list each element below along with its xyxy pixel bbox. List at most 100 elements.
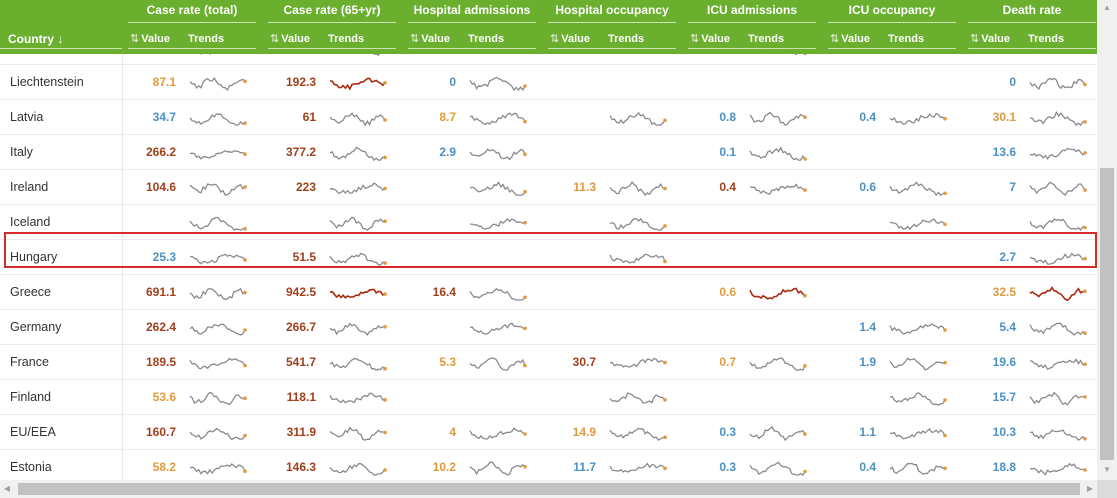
sparkline-end-dot bbox=[803, 188, 807, 192]
table-row[interactable]: Italy 266.2 377.2 2.9 0.1 13.6 bbox=[0, 135, 1097, 170]
trend-sparkline bbox=[609, 462, 667, 473]
table-row[interactable]: Greece 691.1 942.5 16.4 0.6 32.5 bbox=[0, 275, 1097, 310]
sparkline-end-dot bbox=[1083, 289, 1087, 294]
column-group-underline bbox=[828, 22, 956, 23]
sparkline-path bbox=[470, 217, 526, 230]
trend-sparkline bbox=[889, 112, 947, 125]
subheader-underline bbox=[408, 48, 536, 49]
vertical-scroll-thumb[interactable] bbox=[1100, 168, 1114, 460]
table-row[interactable]: Ireland 104.6 223 11.3 0.4 0.6 7 bbox=[0, 170, 1097, 205]
sparkline-end-dot bbox=[523, 326, 527, 331]
scroll-up-arrow-icon[interactable]: ▲ bbox=[1097, 0, 1117, 16]
value-header-label: Value bbox=[841, 33, 870, 45]
trend-sparkline bbox=[469, 322, 527, 335]
sparkline-path bbox=[469, 287, 526, 301]
sparkline-path bbox=[469, 112, 526, 126]
sparkline-path bbox=[469, 322, 526, 335]
trend-sparkline bbox=[189, 113, 247, 126]
header-divider bbox=[0, 48, 122, 49]
trends-header-label: Trends bbox=[188, 33, 225, 45]
value-cell: 10.3 bbox=[992, 425, 1016, 439]
column-group-underline bbox=[268, 22, 396, 23]
sparkline-path bbox=[1029, 286, 1086, 301]
trend-sparkline bbox=[329, 112, 387, 127]
table-row[interactable]: France 189.5 541.7 5.3 30.7 0.7 1.9 19.6 bbox=[0, 345, 1097, 380]
value-sort-header[interactable]: ⇅ Value bbox=[690, 29, 730, 49]
table-row[interactable]: Lithuania 4 bbox=[0, 54, 1097, 65]
sparkline-path bbox=[189, 216, 246, 231]
value-cell: 4 bbox=[546, 54, 596, 65]
sparkline-end-dot bbox=[523, 464, 527, 469]
value-sort-header[interactable]: ⇅ Value bbox=[830, 29, 870, 49]
country-column-divider bbox=[122, 345, 123, 380]
trends-header-label: Trends bbox=[608, 33, 645, 45]
sparkline-path bbox=[469, 357, 526, 371]
value-cell: 146.3 bbox=[285, 460, 316, 474]
sparkline-end-dot bbox=[383, 398, 387, 402]
table-row[interactable]: EU/EEA 160.7 311.9 4 14.9 0.3 1.1 10.3 bbox=[0, 415, 1097, 450]
sparkline-end-dot bbox=[663, 466, 667, 471]
country-column-divider bbox=[122, 380, 123, 415]
table-row[interactable]: Finland 53.6 118.1 15.7 bbox=[0, 380, 1097, 415]
sparkline-end-dot bbox=[243, 79, 247, 84]
vertical-scrollbar[interactable]: ▲ ▼ bbox=[1097, 0, 1117, 480]
table-row[interactable]: Latvia 34.7 61 8.7 0.8 0.4 30.1 bbox=[0, 100, 1097, 135]
trends-header-label: Trends bbox=[748, 33, 785, 45]
value-sort-header[interactable]: ⇅ Value bbox=[970, 29, 1010, 49]
trend-sparkline bbox=[609, 427, 667, 441]
trend-sparkline bbox=[469, 148, 527, 161]
country-name: Lithuania bbox=[10, 54, 61, 65]
trend-sparkline bbox=[889, 392, 947, 406]
trend-sparkline bbox=[469, 181, 527, 196]
scroll-left-arrow-icon[interactable]: ◀ bbox=[0, 481, 14, 497]
table-row[interactable]: Liechtenstein 87.1 192.3 0 0 bbox=[0, 65, 1097, 100]
horizontal-scrollbar[interactable]: ◀ ▶ bbox=[0, 480, 1097, 498]
country-name: EU/EEA bbox=[10, 425, 56, 439]
sparkline-end-dot bbox=[383, 118, 387, 122]
sparkline-path bbox=[469, 76, 526, 92]
value-sort-header[interactable]: ⇅ Value bbox=[550, 29, 590, 49]
trend-sparkline bbox=[372, 54, 381, 56]
value-cell: 15.7 bbox=[992, 390, 1016, 404]
sparkline-path bbox=[189, 427, 246, 441]
sparkline-end-dot bbox=[1083, 468, 1087, 472]
value-cell: 377.2 bbox=[285, 145, 316, 159]
horizontal-scroll-thumb[interactable] bbox=[18, 483, 1080, 495]
value-cell: 18.8 bbox=[992, 460, 1016, 474]
sparkline-end-dot bbox=[803, 432, 807, 436]
trend-sparkline bbox=[1029, 322, 1087, 336]
value-cell: 0.3 bbox=[719, 460, 736, 474]
sparkline-path bbox=[329, 358, 386, 371]
trend-sparkline bbox=[749, 461, 807, 477]
table-row[interactable]: Germany 262.4 266.7 1.4 5.4 bbox=[0, 310, 1097, 345]
country-column-divider bbox=[122, 310, 123, 345]
sparkline-path bbox=[329, 216, 386, 231]
table-row[interactable]: Estonia 58.2 146.3 10.2 11.7 0.3 0.4 18.8 bbox=[0, 450, 1097, 480]
sparkline-path bbox=[889, 392, 946, 406]
value-header-label: Value bbox=[981, 33, 1010, 45]
country-name: France bbox=[10, 355, 49, 369]
value-cell: 0.4 bbox=[859, 460, 876, 474]
trend-sparkline bbox=[1029, 429, 1087, 441]
sparkline-path bbox=[749, 111, 806, 126]
scroll-down-arrow-icon[interactable]: ▼ bbox=[1097, 462, 1117, 478]
value-cell: 266.7 bbox=[285, 320, 316, 334]
sparkline-end-dot bbox=[663, 224, 667, 228]
sparkline-end-dot bbox=[243, 152, 247, 156]
sparkline-end-dot bbox=[523, 152, 527, 157]
value-sort-header[interactable]: ⇅ Value bbox=[270, 29, 310, 49]
sparkline-end-dot bbox=[243, 185, 247, 189]
sparkline-end-dot bbox=[663, 435, 667, 439]
country-name: Estonia bbox=[10, 460, 52, 474]
value-cell: 58.2 bbox=[152, 460, 176, 474]
value-sort-header[interactable]: ⇅ Value bbox=[410, 29, 450, 49]
sparkline-path bbox=[1029, 77, 1086, 91]
country-column-header[interactable]: Country ↓ bbox=[8, 29, 63, 49]
sparkline-path bbox=[189, 391, 246, 406]
value-sort-header[interactable]: ⇅ Value bbox=[130, 29, 170, 49]
sparkline-end-dot bbox=[383, 81, 387, 85]
scroll-right-arrow-icon[interactable]: ▶ bbox=[1083, 481, 1097, 497]
trend-sparkline bbox=[749, 425, 807, 442]
sparkline-path bbox=[469, 461, 526, 476]
country-name: Ireland bbox=[10, 180, 49, 194]
